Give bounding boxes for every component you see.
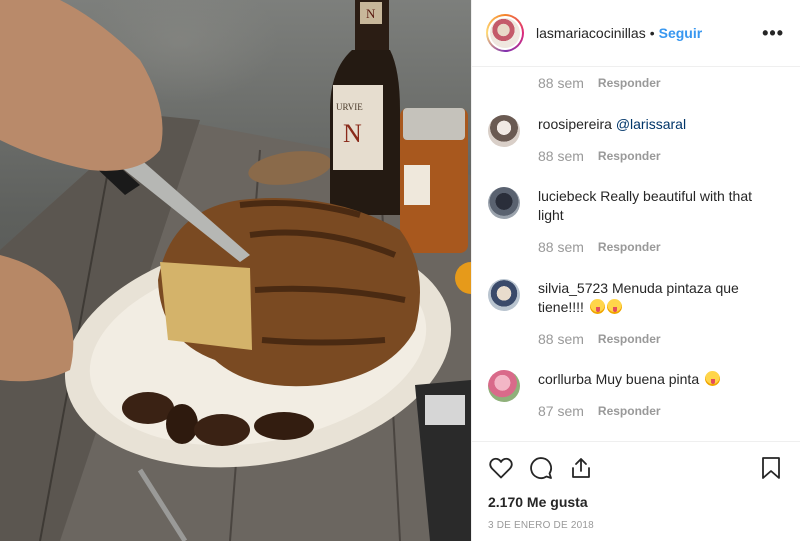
comment-meta: 87 sem Responder [538, 402, 720, 421]
comment-meta: 88 sem Responder [538, 330, 778, 349]
yum-emoji-icon [589, 299, 605, 314]
more-options-icon[interactable]: ••• [762, 23, 784, 44]
comment-mention-link[interactable]: @larissaral [616, 116, 686, 132]
comment-time[interactable]: 88 sem [538, 330, 584, 349]
comment-item: corllurba Muy buena pinta 87 sem Respond… [488, 370, 784, 421]
likes-count[interactable]: 2.170 Me gusta [488, 494, 784, 510]
comment-time[interactable]: 88 sem [538, 147, 584, 166]
yum-emoji-icon [606, 299, 622, 314]
heart-icon[interactable] [488, 455, 514, 481]
comment-item: roosipereira @larissaral 88 sem Responde… [488, 115, 784, 166]
bookmark-icon[interactable] [758, 455, 784, 481]
comment-meta: 88 sem Responder [538, 238, 778, 257]
header-separator: • [649, 25, 655, 41]
svg-text:N: N [366, 6, 376, 21]
commenter-username[interactable]: roosipereira [538, 116, 612, 132]
post-header: lasmariacocinillas • Seguir ••• [472, 0, 800, 67]
comment-text: Muy buena pinta [595, 371, 700, 387]
commenter-username[interactable]: silvia_5723 [538, 280, 608, 296]
post-date[interactable]: 3 DE ENERO DE 2018 [488, 520, 784, 531]
comment-icon[interactable] [528, 455, 554, 481]
comments-list[interactable]: 88 sem Responder roosipereira @larissara… [472, 67, 800, 440]
post-photo[interactable]: N URVIE N [0, 0, 471, 541]
comment-time[interactable]: 88 sem [538, 75, 584, 91]
reply-button[interactable]: Responder [598, 76, 661, 90]
reply-button[interactable]: Responder [598, 330, 661, 349]
commenter-avatar[interactable] [488, 279, 520, 311]
comment-meta: 88 sem Responder [538, 147, 686, 166]
commenter-username[interactable]: luciebeck [538, 188, 596, 204]
commenter-avatar[interactable] [488, 370, 520, 402]
comment-item: silvia_5723 Menuda pintaza que tiene!!!!… [488, 279, 784, 349]
action-icons [488, 442, 784, 494]
commenter-avatar[interactable] [488, 187, 520, 219]
svg-text:N: N [343, 119, 362, 148]
comment-meta: 88 sem Responder [538, 75, 661, 91]
post-username[interactable]: lasmariacocinillas [536, 25, 646, 41]
commenter-username[interactable]: corllurba [538, 371, 592, 387]
reply-button[interactable]: Responder [598, 147, 661, 166]
post-actions: 2.170 Me gusta 3 DE ENERO DE 2018 [472, 441, 800, 541]
reply-button[interactable]: Responder [598, 402, 661, 421]
reply-button[interactable]: Responder [598, 238, 661, 257]
commenter-avatar[interactable] [488, 115, 520, 147]
profile-avatar[interactable] [486, 14, 524, 52]
comment-time[interactable]: 88 sem [538, 238, 584, 257]
share-icon[interactable] [568, 455, 594, 481]
comment-item: luciebeck Really beautiful with that lig… [488, 187, 784, 257]
follow-button[interactable]: Seguir [659, 25, 703, 41]
svg-text:URVIE: URVIE [336, 102, 363, 112]
post-side-panel: lasmariacocinillas • Seguir ••• 88 sem R… [471, 0, 800, 541]
yum-emoji-icon [705, 371, 721, 386]
comment-time[interactable]: 87 sem [538, 402, 584, 421]
photo-illustration: N URVIE N [0, 0, 471, 541]
